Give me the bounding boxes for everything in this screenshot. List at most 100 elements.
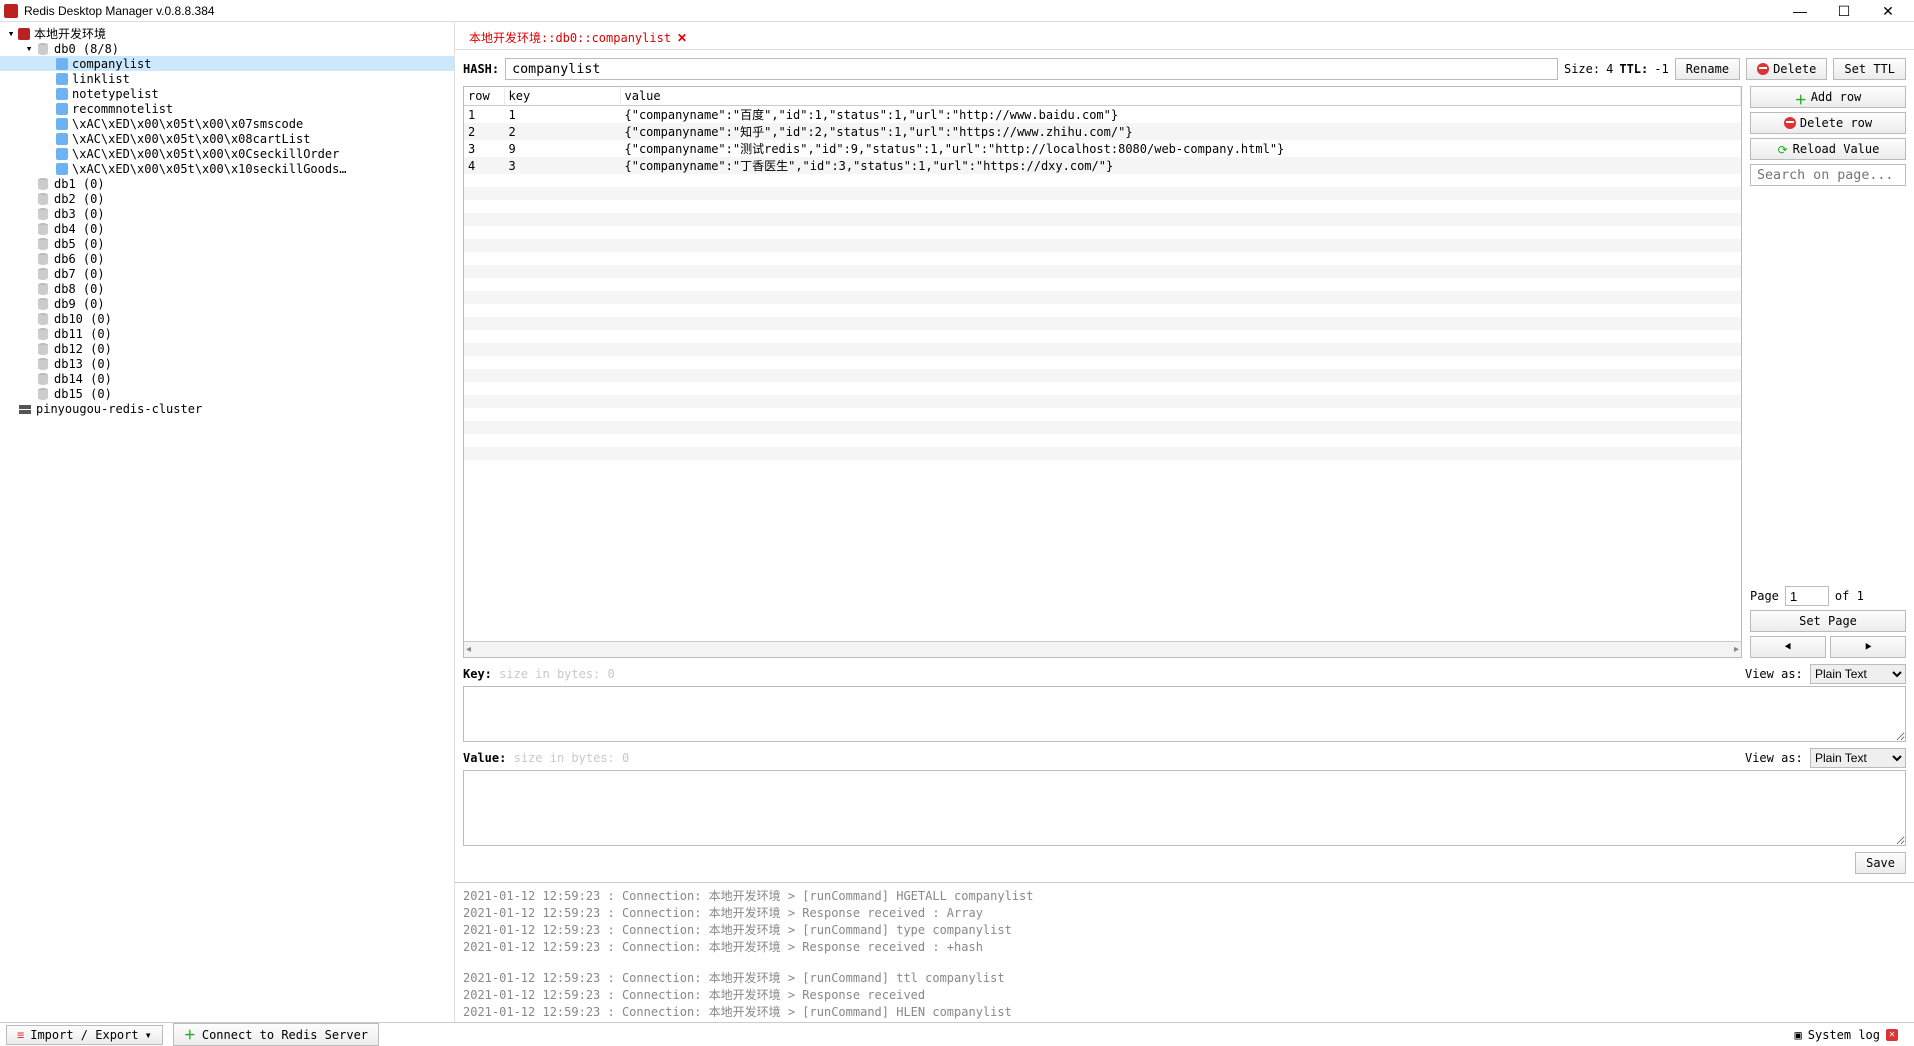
key-icon — [56, 163, 68, 175]
tree-db[interactable]: db13 (0) — [0, 356, 454, 371]
grid-header-key[interactable]: key — [504, 87, 620, 106]
tree-key[interactable]: notetypelist — [0, 86, 454, 101]
table-row[interactable] — [464, 330, 1741, 343]
tree-key[interactable]: companylist — [0, 56, 454, 71]
tree-db[interactable]: db10 (0) — [0, 311, 454, 326]
table-row[interactable] — [464, 408, 1741, 421]
tree-key[interactable]: \xAC\xED\x00\x05t\x00\x08cartList — [0, 131, 454, 146]
table-row[interactable] — [464, 278, 1741, 291]
table-row[interactable] — [464, 265, 1741, 278]
tree-connection[interactable]: pinyougou-redis-cluster — [0, 401, 454, 416]
table-row[interactable] — [464, 369, 1741, 382]
rename-button[interactable]: Rename — [1675, 58, 1740, 80]
table-row[interactable] — [464, 252, 1741, 265]
table-row[interactable] — [464, 434, 1741, 447]
table-row[interactable] — [464, 174, 1741, 187]
close-icon[interactable]: ✕ — [1886, 1029, 1898, 1041]
close-icon[interactable]: ✕ — [677, 31, 687, 45]
collapse-icon[interactable]: ▾ — [22, 42, 36, 55]
prev-page-button[interactable]: ⯇ — [1750, 636, 1826, 658]
tree-db[interactable]: db14 (0) — [0, 371, 454, 386]
tree-db[interactable]: db2 (0) — [0, 191, 454, 206]
horizontal-scrollbar[interactable]: ◂▸ — [464, 641, 1741, 657]
tree-key[interactable]: \xAC\xED\x00\x05t\x00\x10seckillGoods… — [0, 161, 454, 176]
delete-button[interactable]: Delete — [1746, 58, 1827, 80]
key-name-input[interactable] — [505, 58, 1558, 80]
reload-value-button[interactable]: ⟳Reload Value — [1750, 138, 1906, 160]
table-row[interactable]: 39{"companyname":"测试redis","id":9,"statu… — [464, 140, 1741, 157]
save-button[interactable]: Save — [1855, 852, 1906, 874]
table-row[interactable] — [464, 356, 1741, 369]
sidebar[interactable]: ▾ 本地开发环境 ▾ db0 (8/8) companylist linklis… — [0, 22, 455, 1022]
grid-header-row[interactable]: row — [464, 87, 504, 106]
key-view-as-select[interactable]: Plain Text — [1810, 664, 1906, 684]
connect-button[interactable]: ＋ Connect to Redis Server — [173, 1023, 379, 1046]
tree-key[interactable]: \xAC\xED\x00\x05t\x00\x0CseckillOrder — [0, 146, 454, 161]
page-input[interactable] — [1785, 586, 1829, 606]
tree-db[interactable]: db5 (0) — [0, 236, 454, 251]
tree-key[interactable]: \xAC\xED\x00\x05t\x00\x07smscode — [0, 116, 454, 131]
table-row[interactable] — [464, 317, 1741, 330]
db-label: db13 (0) — [54, 357, 112, 371]
log-line: 2021-01-12 12:59:23 : Connection: 本地开发环境… — [463, 986, 1906, 1003]
plus-icon: ＋ — [1795, 91, 1807, 103]
grid-header-value[interactable]: value — [620, 87, 1741, 106]
scroll-left-icon[interactable]: ◂ — [466, 644, 471, 655]
tree-key[interactable]: linklist — [0, 71, 454, 86]
key-editor[interactable] — [463, 686, 1906, 742]
db-label: db4 (0) — [54, 222, 105, 236]
key-label: \xAC\xED\x00\x05t\x00\x08cartList — [72, 132, 310, 146]
tree-db[interactable]: db3 (0) — [0, 206, 454, 221]
minimize-button[interactable]: — — [1778, 0, 1822, 22]
tree-db[interactable]: db12 (0) — [0, 341, 454, 356]
tree-db[interactable]: db4 (0) — [0, 221, 454, 236]
table-row[interactable] — [464, 343, 1741, 356]
tab-key[interactable]: 本地开发环境::db0::companylist ✕ — [463, 27, 693, 48]
value-editor[interactable] — [463, 770, 1906, 846]
table-row[interactable] — [464, 304, 1741, 317]
tree-connection[interactable]: ▾ 本地开发环境 — [0, 26, 454, 41]
grid-scroll[interactable]: row key value 11{"companyname":"百度","id"… — [464, 87, 1741, 641]
titlebar: Redis Desktop Manager v.0.8.8.384 — ☐ ✕ — [0, 0, 1914, 22]
system-log-toggle[interactable]: ▣ System log ✕ — [1785, 1026, 1908, 1044]
database-icon — [36, 342, 50, 356]
tree-db[interactable]: db1 (0) — [0, 176, 454, 191]
import-export-button[interactable]: ≡ Import / Export ▾ — [6, 1025, 163, 1045]
table-row[interactable] — [464, 239, 1741, 252]
table-row[interactable] — [464, 447, 1741, 460]
table-row[interactable] — [464, 213, 1741, 226]
db-label: db0 (8/8) — [54, 42, 119, 56]
table-row[interactable] — [464, 291, 1741, 304]
next-page-button[interactable]: ⯈ — [1830, 636, 1906, 658]
set-page-button[interactable]: Set Page — [1750, 610, 1906, 632]
tree-db[interactable]: db9 (0) — [0, 296, 454, 311]
tree-db0[interactable]: ▾ db0 (8/8) — [0, 41, 454, 56]
tree-db[interactable]: db8 (0) — [0, 281, 454, 296]
tree-db[interactable]: db6 (0) — [0, 251, 454, 266]
add-row-button[interactable]: ＋Add row — [1750, 86, 1906, 108]
table-row[interactable]: 11{"companyname":"百度","id":1,"status":1,… — [464, 106, 1741, 124]
table-row[interactable] — [464, 187, 1741, 200]
search-input[interactable] — [1750, 164, 1906, 186]
tree-db[interactable]: db11 (0) — [0, 326, 454, 341]
table-row[interactable]: 22{"companyname":"知乎","id":2,"status":1,… — [464, 123, 1741, 140]
collapse-icon[interactable]: ▾ — [4, 27, 18, 40]
tree-key[interactable]: recommnotelist — [0, 101, 454, 116]
log-panel[interactable]: 2021-01-12 12:59:23 : Connection: 本地开发环境… — [455, 882, 1914, 1022]
tree-db[interactable]: db7 (0) — [0, 266, 454, 281]
delete-row-button[interactable]: Delete row — [1750, 112, 1906, 134]
database-icon — [36, 192, 50, 206]
tree-db[interactable]: db15 (0) — [0, 386, 454, 401]
table-row[interactable] — [464, 382, 1741, 395]
value-size-hint: size in bytes: 0 — [514, 751, 630, 765]
maximize-button[interactable]: ☐ — [1822, 0, 1866, 22]
table-row[interactable] — [464, 226, 1741, 239]
table-row[interactable] — [464, 200, 1741, 213]
set-ttl-button[interactable]: Set TTL — [1833, 58, 1906, 80]
scroll-right-icon[interactable]: ▸ — [1734, 644, 1739, 655]
table-row[interactable]: 43{"companyname":"丁香医生","id":3,"status":… — [464, 157, 1741, 174]
value-view-as-select[interactable]: Plain Text — [1810, 748, 1906, 768]
close-button[interactable]: ✕ — [1866, 0, 1910, 22]
table-row[interactable] — [464, 395, 1741, 408]
table-row[interactable] — [464, 421, 1741, 434]
